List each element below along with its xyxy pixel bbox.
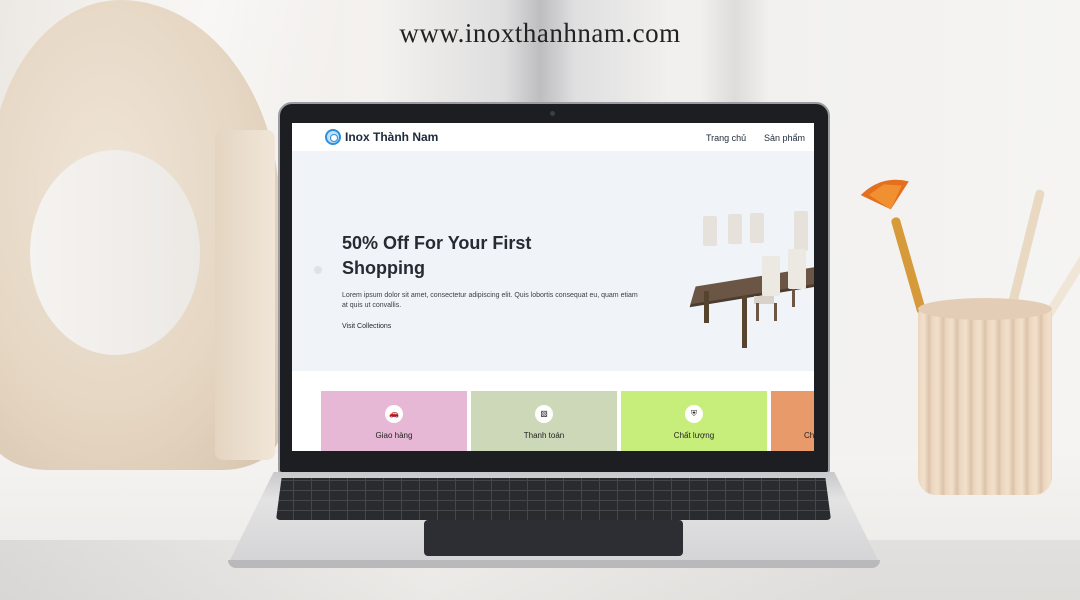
table-leg — [742, 296, 747, 348]
shield-icon: ⛨ — [685, 405, 703, 423]
laptop-front-edge — [228, 560, 880, 568]
vase-neck — [215, 130, 275, 460]
feature-card-partial[interactable]: Ch — [771, 391, 814, 451]
chair — [703, 216, 717, 246]
chair-leg — [792, 289, 795, 307]
table-leg — [704, 291, 709, 323]
car-icon: 🚗 — [385, 405, 403, 423]
chair — [794, 211, 808, 251]
site-navbar: Inox Thành Nam Trang chủ Sản phẩm — [292, 123, 814, 151]
feature-label: Giao hàng — [375, 431, 413, 440]
feature-label: Ch — [804, 431, 814, 440]
site-url-banner: www.inoxthanhnam.com — [399, 18, 681, 48]
trackpad[interactable] — [424, 520, 683, 556]
chair-leg — [774, 303, 777, 321]
hero-description: Lorem ipsum dolor sit amet, consectetur … — [342, 292, 638, 309]
vase-opening — [30, 150, 200, 355]
visit-collections-link[interactable]: Visit Collections — [342, 323, 391, 330]
site-brand[interactable]: Inox Thành Nam — [345, 130, 438, 144]
nav-link-home[interactable]: Trang chủ — [706, 133, 746, 143]
nav-link-products[interactable]: Sản phẩm — [764, 133, 805, 143]
brush-pot — [918, 305, 1052, 495]
feature-card-payment[interactable]: ▧ Thanh toán — [471, 391, 617, 451]
chair — [762, 256, 780, 296]
features-section: 🚗 Giao hàng ▧ Thanh toán ⛨ Chất lượng Ch — [292, 371, 814, 451]
chair — [788, 249, 806, 289]
feature-label: Chất lượng — [673, 431, 715, 440]
feature-label: Thanh toán — [523, 431, 565, 440]
chair — [728, 214, 742, 244]
slider-prev-dot[interactable] — [314, 266, 322, 274]
feature-card-quality[interactable]: ⛨ Chất lượng — [621, 391, 767, 451]
laptop-screen: Inox Thành Nam Trang chủ Sản phẩm 50% Of… — [292, 123, 814, 451]
credit-card-icon: ▧ — [535, 405, 553, 423]
feature-card-delivery[interactable]: 🚗 Giao hàng — [321, 391, 467, 451]
keyboard[interactable] — [276, 478, 831, 520]
webcam — [550, 111, 555, 116]
brush-pot-rim — [918, 298, 1052, 320]
logo-icon[interactable] — [325, 129, 341, 145]
hero-section: 50% Off For Your First Shopping Lorem ip… — [292, 151, 814, 371]
chair — [750, 213, 764, 243]
chair-leg — [756, 303, 759, 321]
hero-title: 50% Off For Your First Shopping — [342, 233, 532, 278]
